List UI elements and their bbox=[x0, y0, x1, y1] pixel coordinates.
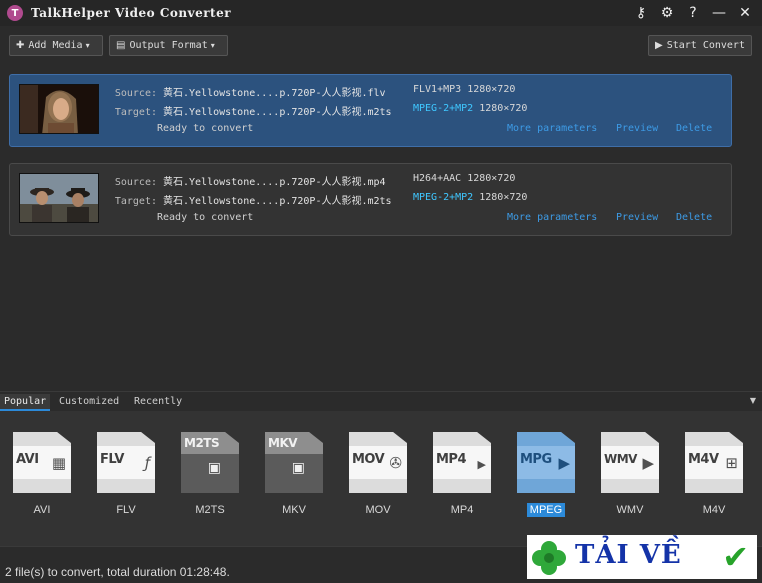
format-label: AVI bbox=[33, 504, 51, 516]
play-icon: ▶ bbox=[655, 40, 663, 51]
watermark: TẢI VỀ ✔ bbox=[527, 535, 757, 579]
more-parameters-link[interactable]: More parameters bbox=[507, 212, 597, 223]
video-thumbnail bbox=[19, 173, 99, 223]
convert-status: Ready to convert bbox=[157, 212, 254, 223]
close-icon[interactable]: ✕ bbox=[734, 3, 756, 23]
app-title: TalkHelper Video Converter bbox=[31, 6, 232, 20]
target-format[interactable]: MPEG-2+MP2 1280×720 bbox=[413, 192, 527, 203]
checkmark-icon: ✔ bbox=[722, 538, 749, 576]
gear-icon[interactable]: ⚙ bbox=[656, 3, 678, 23]
film-icon: ▤ bbox=[116, 40, 126, 51]
target-filename[interactable]: 黄石.Yellowstone....p.720P-人人影视.m2ts bbox=[163, 196, 392, 207]
source-label: Source: bbox=[114, 88, 157, 99]
target-label: Target: bbox=[114, 107, 157, 118]
video-thumbnail bbox=[19, 84, 99, 134]
format-grid: AVI ▦ AVI FLV ƒ FLV M2TS ▣ M2TS MKV ▣ MK… bbox=[0, 411, 762, 546]
format-mov[interactable]: MOV ✇ MOV bbox=[346, 432, 410, 542]
format-wmv[interactable]: WMV ▶ WMV bbox=[598, 432, 662, 542]
add-media-button[interactable]: ✚ Add Media ▾ bbox=[9, 35, 103, 56]
add-media-label: Add Media bbox=[28, 40, 83, 51]
mkv-file-icon: MKV ▣ bbox=[265, 432, 323, 493]
help-icon[interactable]: ? bbox=[682, 3, 704, 23]
format-mp4[interactable]: MP4 ▶ MP4 bbox=[430, 432, 494, 542]
format-label: M4V bbox=[702, 504, 726, 516]
target-format[interactable]: MPEG-2+MP2 1280×720 bbox=[413, 103, 527, 114]
start-convert-label: Start Convert bbox=[666, 40, 745, 51]
format-label: FLV bbox=[116, 504, 136, 516]
target-resolution: 1280×720 bbox=[479, 192, 528, 203]
format-m2ts[interactable]: M2TS ▣ M2TS bbox=[178, 432, 242, 542]
plus-icon: ✚ bbox=[16, 40, 25, 51]
more-parameters-link[interactable]: More parameters bbox=[507, 123, 597, 134]
source-label: Source: bbox=[114, 177, 157, 188]
format-label: MPEG bbox=[514, 503, 578, 517]
mp4-file-icon: MP4 ▶ bbox=[433, 432, 491, 493]
target-label: Target: bbox=[114, 196, 157, 207]
format-tabs: Popular Customized Recently ▼ bbox=[0, 391, 762, 411]
target-codec[interactable]: MPEG-2+MP2 bbox=[413, 192, 473, 203]
watermark-text: TẢI VỀ bbox=[575, 540, 682, 570]
preview-link[interactable]: Preview bbox=[616, 212, 658, 223]
source-format: H264+AAC 1280×720 bbox=[413, 173, 515, 184]
m2ts-file-icon: M2TS ▣ bbox=[181, 432, 239, 493]
source-resolution: 1280×720 bbox=[467, 84, 516, 95]
convert-status: Ready to convert bbox=[157, 123, 254, 134]
format-label: M2TS bbox=[195, 504, 225, 516]
target-line: Target: 黄石.Yellowstone....p.720P-人人影视.m2t… bbox=[105, 192, 392, 207]
title-bar: T TalkHelper Video Converter ⚷ ⚙ ? — ✕ bbox=[0, 0, 762, 26]
avi-file-icon: AVI ▦ bbox=[13, 432, 71, 493]
delete-link[interactable]: Delete bbox=[676, 123, 712, 134]
source-line: Source: 黄石.Yellowstone....p.720P-人人影视.flv bbox=[105, 84, 386, 99]
toolbar: ✚ Add Media ▾ ▤ Output Format ▾ ▶ Start … bbox=[0, 26, 762, 64]
source-filename: 黄石.Yellowstone....p.720P-人人影视.mp4 bbox=[163, 177, 386, 188]
chevron-down-icon: ▾ bbox=[210, 41, 215, 50]
delete-link[interactable]: Delete bbox=[676, 212, 712, 223]
m4v-file-icon: M4V ⊞ bbox=[685, 432, 743, 493]
source-codec: FLV1+MP3 bbox=[413, 84, 462, 95]
app-logo-icon: T bbox=[7, 5, 23, 21]
format-label: MOV bbox=[365, 504, 391, 516]
target-filename[interactable]: 黄石.Yellowstone....p.720P-人人影视.m2ts bbox=[163, 107, 392, 118]
tab-recently[interactable]: Recently bbox=[130, 394, 186, 411]
file-item[interactable]: Source: 黄石.Yellowstone....p.720P-人人影视.mp4… bbox=[9, 163, 732, 236]
format-flv[interactable]: FLV ƒ FLV bbox=[94, 432, 158, 542]
key-icon[interactable]: ⚷ bbox=[630, 3, 652, 23]
source-format: FLV1+MP3 1280×720 bbox=[413, 84, 515, 95]
target-codec[interactable]: MPEG-2+MP2 bbox=[413, 103, 473, 114]
source-resolution: 1280×720 bbox=[467, 173, 516, 184]
flv-file-icon: FLV ƒ bbox=[97, 432, 155, 493]
format-mkv[interactable]: MKV ▣ MKV bbox=[262, 432, 326, 542]
wmv-file-icon: WMV ▶ bbox=[601, 432, 659, 493]
output-format-button[interactable]: ▤ Output Format ▾ bbox=[109, 35, 228, 56]
format-avi[interactable]: AVI ▦ AVI bbox=[10, 432, 74, 542]
output-format-label: Output Format bbox=[129, 40, 208, 51]
source-codec: H264+AAC bbox=[413, 173, 462, 184]
target-resolution: 1280×720 bbox=[479, 103, 528, 114]
source-filename: 黄石.Yellowstone....p.720P-人人影视.flv bbox=[163, 88, 386, 99]
file-item[interactable]: Source: 黄石.Yellowstone....p.720P-人人影视.flv… bbox=[9, 74, 732, 147]
status-text: 2 file(s) to convert, total duration 01:… bbox=[5, 565, 230, 579]
chevron-down-icon: ▾ bbox=[85, 41, 90, 50]
source-line: Source: 黄石.Yellowstone....p.720P-人人影视.mp4 bbox=[105, 173, 386, 188]
start-convert-button[interactable]: ▶ Start Convert bbox=[648, 35, 752, 56]
window-controls: ⚷ ⚙ ? — ✕ bbox=[630, 3, 756, 23]
tab-customized[interactable]: Customized bbox=[55, 394, 123, 411]
mpg-file-icon: MPG ▶ bbox=[517, 432, 575, 493]
format-label: MKV bbox=[282, 504, 306, 516]
format-label: MP4 bbox=[450, 504, 474, 516]
chevron-down-icon[interactable]: ▼ bbox=[750, 396, 756, 405]
target-line: Target: 黄石.Yellowstone....p.720P-人人影视.m2t… bbox=[105, 103, 392, 118]
format-label: WMV bbox=[616, 504, 644, 516]
clover-icon bbox=[532, 541, 566, 575]
minimize-icon[interactable]: — bbox=[708, 3, 730, 23]
tab-popular[interactable]: Popular bbox=[0, 394, 51, 411]
format-m4v[interactable]: M4V ⊞ M4V bbox=[682, 432, 746, 542]
preview-link[interactable]: Preview bbox=[616, 123, 658, 134]
mov-file-icon: MOV ✇ bbox=[349, 432, 407, 493]
format-mpeg[interactable]: MPG ▶ MPEG bbox=[514, 432, 578, 542]
file-list: Source: 黄石.Yellowstone....p.720P-人人影视.flv… bbox=[0, 64, 762, 388]
